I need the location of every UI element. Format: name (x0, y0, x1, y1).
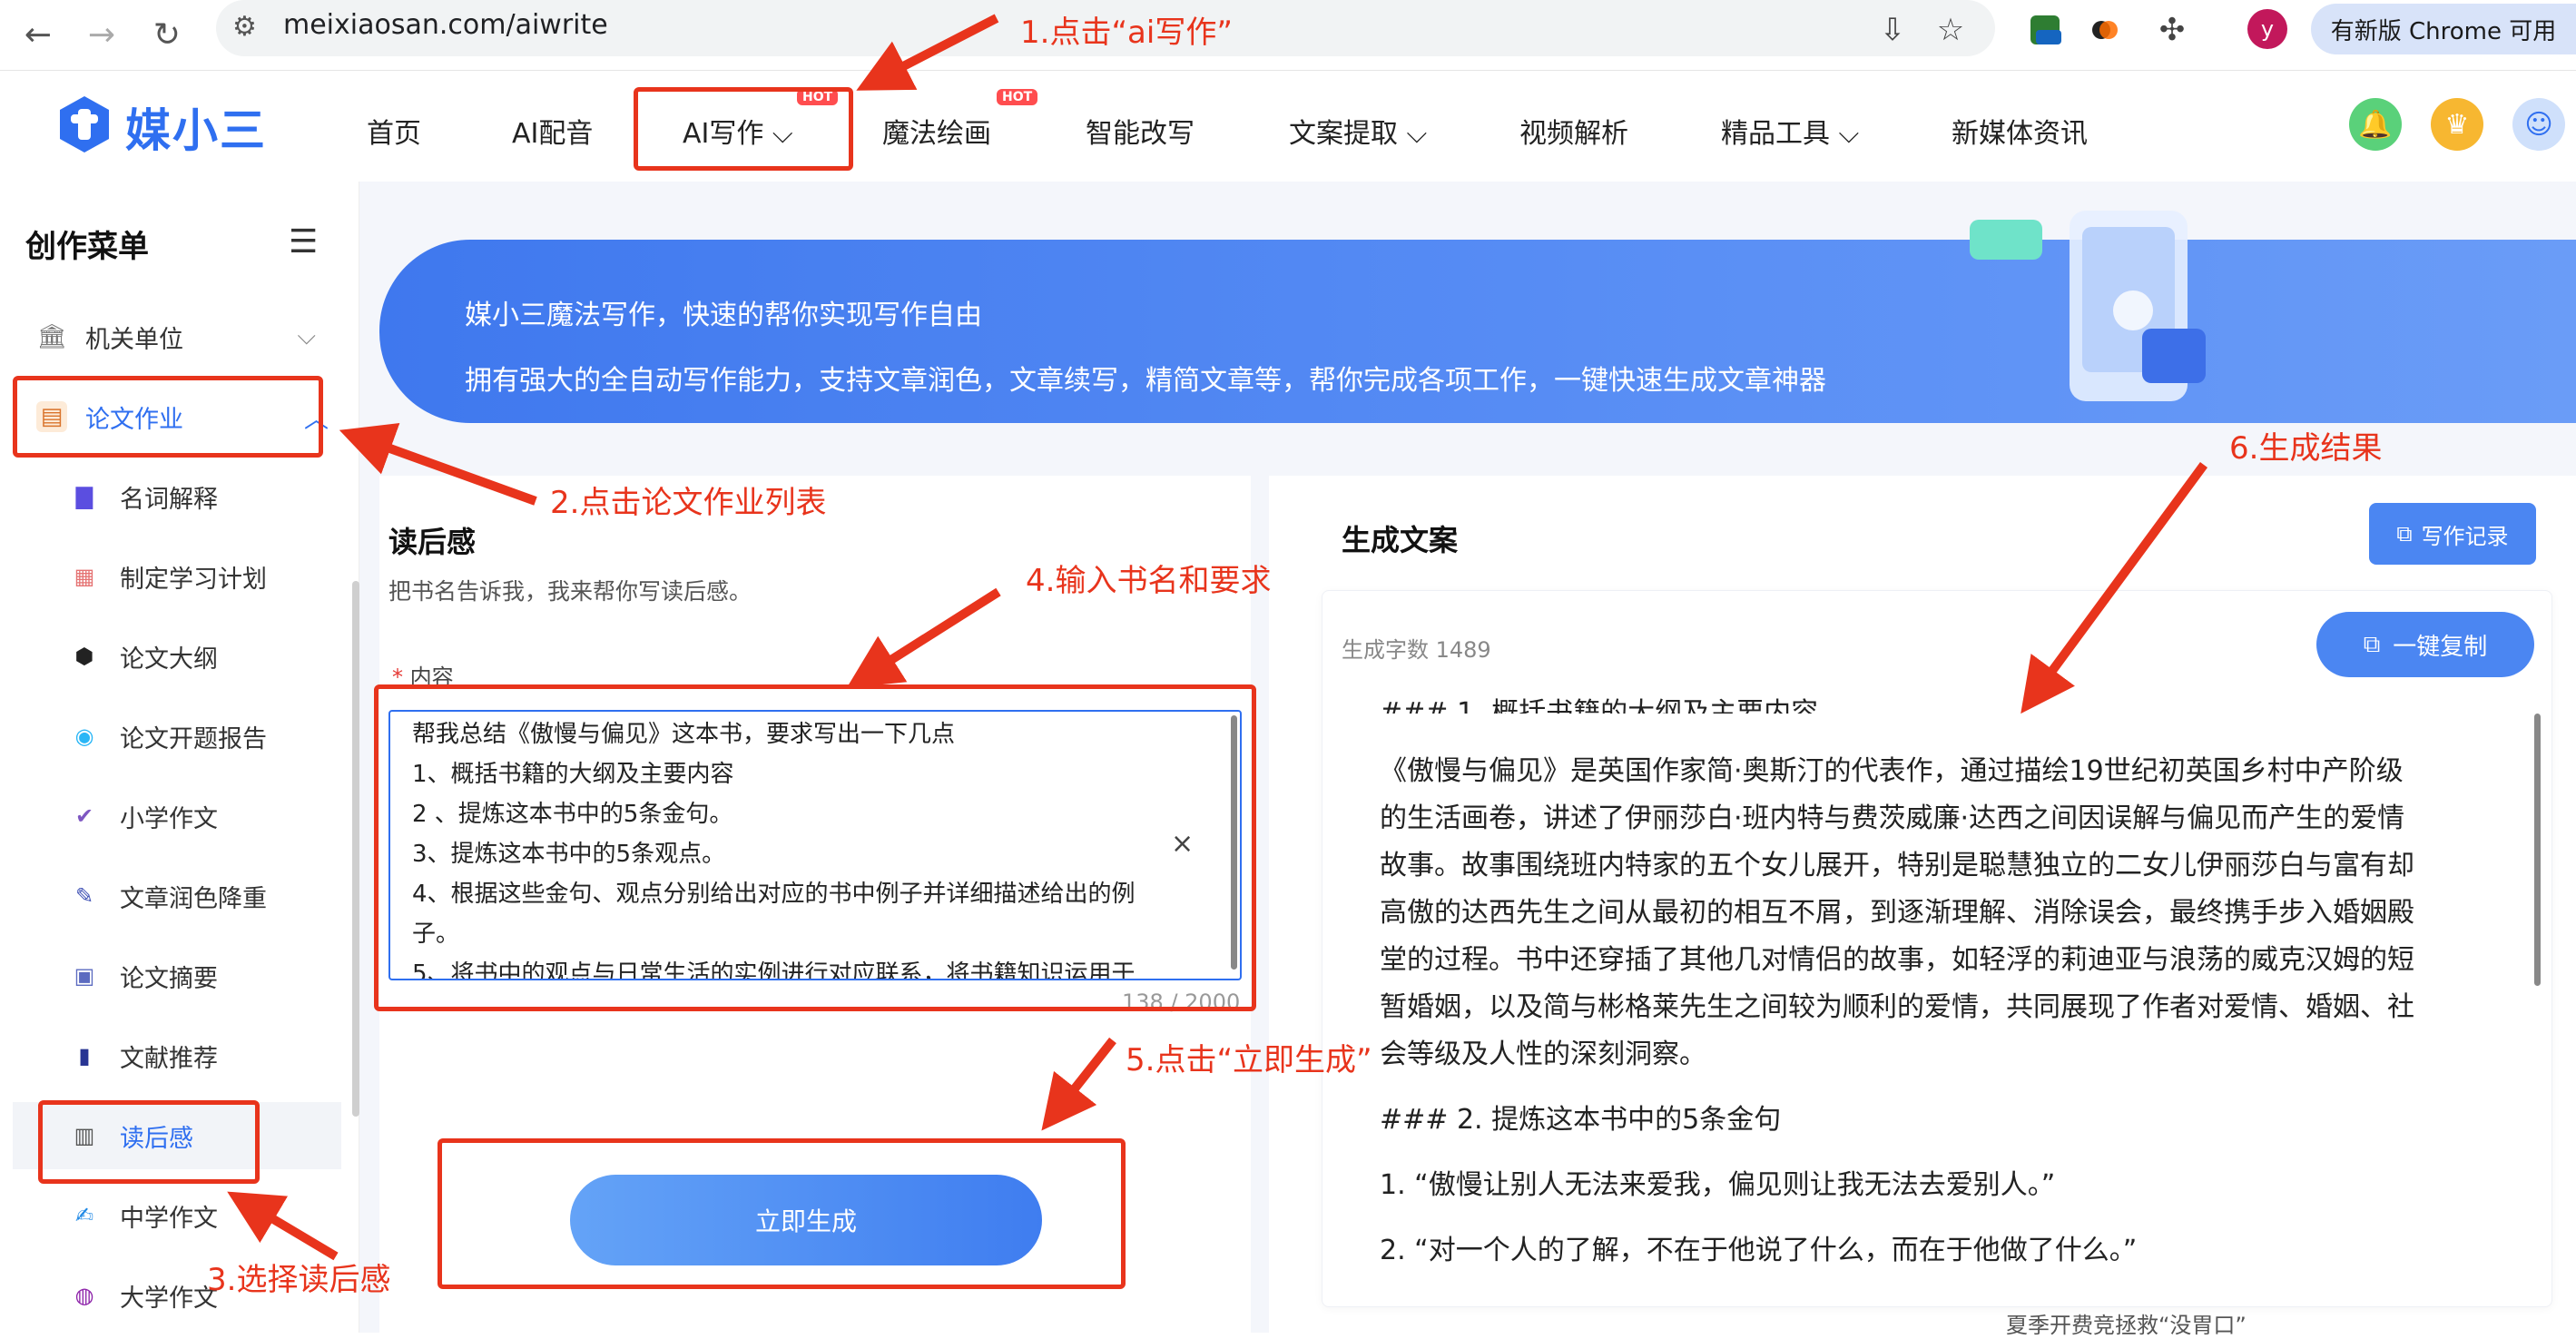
arrow-step4 (846, 587, 1001, 689)
annotation-step1: 1.点击“ai写作” (1020, 15, 1233, 51)
annotation-step6: 6.生成结果 (2229, 430, 2383, 467)
arrow-step1 (856, 14, 999, 91)
arrow-step5 (1041, 1037, 1116, 1131)
arrow-step3 (227, 1191, 339, 1261)
arrow-step2 (339, 422, 537, 506)
annotation-step5: 5.点击“立即生成” (1126, 1042, 1372, 1078)
annotation-step3: 3.选择读后感 (207, 1262, 391, 1298)
annotation-step2: 2.点击论文作业列表 (550, 485, 827, 521)
annotation-step4: 4.输入书名和要求 (1026, 563, 1272, 599)
annotation-arrows (227, 14, 2208, 1261)
arrow-step6 (2020, 462, 2208, 714)
